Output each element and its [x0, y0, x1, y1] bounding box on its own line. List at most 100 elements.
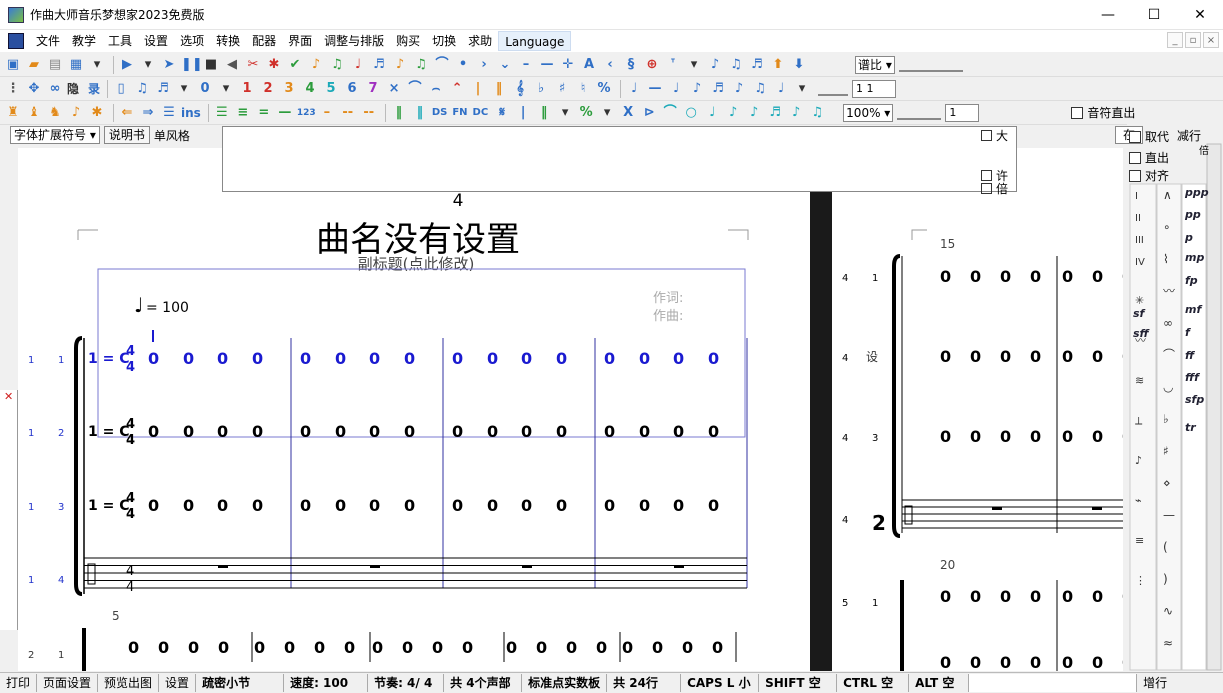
note-rest[interactable]: 0	[639, 496, 650, 515]
tie-icon[interactable]: ⌢	[427, 80, 445, 98]
save-icon[interactable]: ▣	[4, 56, 22, 74]
note-rest[interactable]: 0	[970, 267, 981, 286]
note-rest[interactable]: 0	[148, 496, 159, 515]
q1-icon[interactable]: ♩	[703, 104, 721, 122]
note-rest[interactable]: 0	[158, 638, 169, 657]
note-rest[interactable]: 0	[183, 349, 194, 368]
note-rest[interactable]: 0	[604, 349, 615, 368]
note-tool-4-icon[interactable]: ♬	[370, 56, 388, 74]
palette-symbol[interactable]: ◡	[1163, 380, 1173, 394]
q5-icon[interactable]: ♪	[787, 104, 805, 122]
percent-dropdown-icon[interactable]: ▾	[598, 104, 616, 122]
note-rest[interactable]: 0	[536, 638, 547, 657]
note-rest[interactable]: 0	[372, 638, 383, 657]
note-rest[interactable]: 0	[404, 496, 415, 515]
palette-symbol[interactable]: ∿	[1163, 604, 1173, 618]
dynamic-mp[interactable]: mp	[1185, 251, 1204, 264]
note-rest[interactable]: 0	[639, 349, 650, 368]
note-rest[interactable]: 0	[970, 653, 981, 671]
q4-icon[interactable]: ♬	[766, 104, 784, 122]
menu-convert[interactable]: 转换	[210, 31, 246, 51]
composer-label[interactable]: 作曲:	[653, 309, 683, 324]
dash-1-icon[interactable]: –	[318, 104, 336, 122]
dynamic-p[interactable]: p	[1184, 231, 1193, 244]
instrument-2-icon[interactable]: ♝	[25, 104, 43, 122]
note-rest[interactable]: 0	[970, 347, 981, 366]
digit-5-icon[interactable]: 5	[322, 80, 340, 98]
note-rest[interactable]: 0	[404, 349, 415, 368]
duration-dropdown-icon[interactable]: ▾	[793, 80, 811, 98]
note-group-icon[interactable]: ♬	[154, 80, 172, 98]
roman-numeral[interactable]: II	[1135, 213, 1141, 224]
note-rest[interactable]: 0	[1122, 653, 1123, 671]
cursor-icon[interactable]: ➤	[160, 56, 178, 74]
note-rest[interactable]: 0	[1122, 347, 1123, 366]
ratio-slider[interactable]	[898, 58, 963, 72]
palette-symbol[interactable]: ⋄	[1163, 476, 1171, 490]
print-tab[interactable]: 打印	[0, 674, 38, 692]
note-rest[interactable]: 0	[556, 422, 567, 441]
palette-scrollbar[interactable]	[1206, 143, 1222, 671]
digit-4-icon[interactable]: 4	[301, 80, 319, 98]
note-rest[interactable]: 0	[970, 427, 981, 446]
natural-icon[interactable]: ♮	[574, 80, 592, 98]
zero-dropdown-icon[interactable]: ▾	[217, 80, 235, 98]
note-rest[interactable]: 0	[604, 496, 615, 515]
roman-numeral[interactable]: I	[1135, 191, 1138, 202]
note-rest[interactable]: 0	[252, 496, 263, 515]
dynamic-pp[interactable]: pp	[1184, 208, 1201, 221]
prev-icon[interactable]: ◀	[223, 56, 241, 74]
font-select[interactable]: 字体扩展符号 ▾	[10, 126, 100, 144]
zero-icon[interactable]: 0	[196, 80, 214, 98]
note-tool-5-icon[interactable]: ♪	[391, 56, 409, 74]
mdi-restore-button[interactable]: ▫	[1185, 32, 1201, 48]
note-rest[interactable]: 0	[604, 422, 615, 441]
asterisk-icon[interactable]: ✱	[88, 104, 106, 122]
note-out-box[interactable]	[1071, 106, 1084, 119]
palette-symbol[interactable]: ≡	[1135, 534, 1144, 547]
note-tool-6-icon[interactable]: ♫	[412, 56, 430, 74]
note-rest[interactable]: 0	[673, 496, 684, 515]
page-setup-tab[interactable]: 页面设置	[37, 674, 99, 692]
note-rest[interactable]: 0	[369, 496, 380, 515]
palette-symbol[interactable]: ⟂	[1135, 414, 1143, 427]
play-icon[interactable]: ▶	[118, 56, 136, 74]
bar-cursor-icon[interactable]: ⊳	[640, 104, 658, 122]
note-rest[interactable]: 0	[284, 638, 295, 657]
arrow-right-icon[interactable]: ⇒	[139, 104, 157, 122]
digit-2-icon[interactable]: 2	[259, 80, 277, 98]
palette-canvas[interactable]: 倍ppppppmpfpmfffffffsfptrsfsffIIIIIIIV∧∘⌇…	[1127, 124, 1223, 672]
note-rest[interactable]: 0	[708, 496, 719, 515]
grid-icon[interactable]: ▦	[67, 56, 85, 74]
sparse-measures-status[interactable]: 疏密小节	[196, 674, 285, 692]
down-arrow-icon[interactable]: ⌄	[496, 56, 514, 74]
grace-icon[interactable]: ⌒	[661, 104, 679, 122]
score-page-2[interactable]: 15 20 设 41000000040000000430000000425100…	[832, 148, 1123, 671]
left-side-strip[interactable]: ✕	[0, 390, 18, 630]
note-rest[interactable]: 0	[217, 496, 228, 515]
repeat-end-icon[interactable]: ‖	[411, 104, 429, 122]
note-rest[interactable]: 0	[556, 349, 567, 368]
note-rest[interactable]: 0	[1000, 267, 1011, 286]
menu-file[interactable]: 文件	[30, 31, 66, 51]
arrow-left-icon[interactable]: ⇐	[118, 104, 136, 122]
note-rest[interactable]: 0	[432, 638, 443, 657]
maximize-button[interactable]: ☐	[1131, 0, 1177, 30]
score-canvas-2[interactable]: 15 20 设 41000000040000000430000000425100…	[832, 148, 1123, 671]
note-rest[interactable]: 0	[188, 638, 199, 657]
score-page-1[interactable]: 4 曲名没有设置 副标题(点此修改) ♩ = 100 作词: 作曲: 1 1 1 =…	[18, 148, 810, 671]
palette-symbol[interactable]: ∘	[1163, 220, 1171, 234]
note-rest[interactable]: 0	[462, 638, 473, 657]
note-rest[interactable]: 0	[708, 422, 719, 441]
bar-dropdown-icon[interactable]: ▾	[556, 104, 574, 122]
clef-icon[interactable]: 𝄞	[511, 80, 529, 98]
list-icon[interactable]: ☰	[160, 104, 178, 122]
thirty-second-icon[interactable]: ♪	[730, 80, 748, 98]
note-pair-icon[interactable]: ♫	[133, 80, 151, 98]
selection-dots-icon[interactable]: ⋮	[4, 80, 22, 98]
ds-button[interactable]: DS	[432, 104, 448, 122]
note-rest[interactable]: 0	[300, 496, 311, 515]
sixteenth-icon[interactable]: ♬	[709, 80, 727, 98]
dynamic-sf[interactable]: sf	[1133, 307, 1146, 320]
note-tool-1-icon[interactable]: ♪	[307, 56, 325, 74]
